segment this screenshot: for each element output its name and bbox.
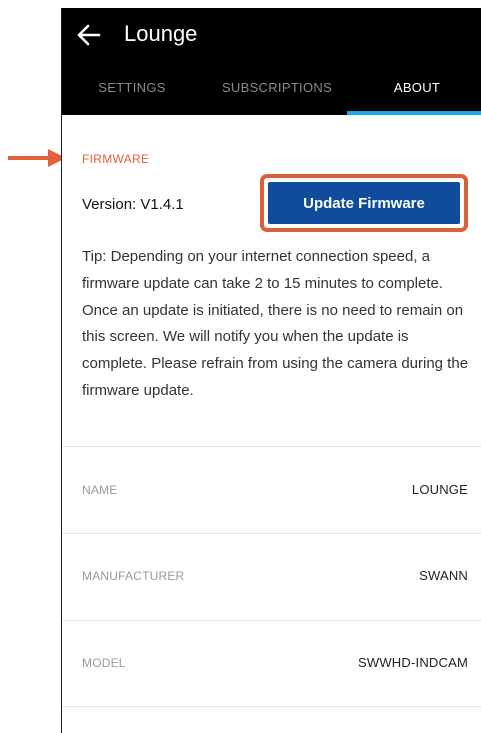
manufacturer-value: SWANN (419, 568, 468, 583)
model-value: SWWHD-INDCAM (358, 655, 468, 670)
divider (62, 446, 481, 447)
divider (62, 620, 481, 621)
app-screen: Lounge SETTINGS SUBSCRIPTIONS ABOUT FIRM… (61, 8, 481, 733)
back-arrow-icon[interactable] (76, 22, 102, 48)
firmware-section-label: FIRMWARE (82, 152, 150, 166)
name-label: NAME (82, 483, 118, 497)
firmware-version: Version: V1.4.1 (82, 196, 184, 213)
divider (62, 533, 481, 534)
app-bar: Lounge SETTINGS SUBSCRIPTIONS ABOUT (62, 8, 481, 115)
update-firmware-button[interactable]: Update Firmware (268, 182, 460, 224)
divider (62, 706, 481, 707)
page-title: Lounge (124, 21, 198, 46)
annotation-arrow-icon (8, 149, 66, 167)
update-button-highlight: Update Firmware (260, 174, 468, 232)
tab-about[interactable]: ABOUT (347, 79, 481, 97)
active-tab-indicator (347, 111, 481, 115)
manufacturer-label: MANUFACTURER (82, 569, 185, 583)
tab-subscriptions[interactable]: SUBSCRIPTIONS (212, 79, 342, 97)
tab-settings[interactable]: SETTINGS (82, 79, 182, 97)
model-label: MODEL (82, 656, 126, 670)
name-value: LOUNGE (411, 482, 468, 497)
firmware-tip-text: Tip: Depending on your internet connecti… (82, 248, 469, 399)
